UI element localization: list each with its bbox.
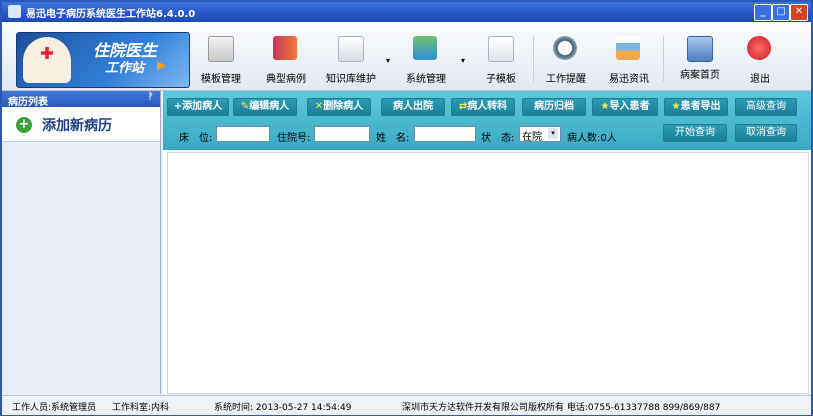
status-copyright: 深圳市天方达软件开发有限公司版权所有 电话:0755-61337788 899/… bbox=[402, 403, 721, 413]
knowledge-base-button[interactable]: 知识库维护 bbox=[322, 26, 380, 86]
logo-line2: 工作站 bbox=[105, 61, 145, 76]
title-bar[interactable]: 易迅电子病历系统医生工作站6.4.0.0 _ □ ✕ bbox=[2, 2, 811, 22]
record-list-header: 病历列表 ᚹ bbox=[2, 91, 160, 108]
archive-button[interactable]: 病历归档 bbox=[522, 98, 586, 116]
status-system-time: 系统时间: 2013-05-27 14:54:49 bbox=[214, 403, 352, 413]
edit-patient-label: 编辑病人 bbox=[249, 101, 290, 112]
pin-icon[interactable]: ᚹ bbox=[148, 92, 153, 102]
app-icon bbox=[8, 5, 21, 18]
typical-cases-button[interactable]: 典型病例 bbox=[257, 26, 315, 86]
cancel-query-button[interactable]: 取消查询 bbox=[735, 124, 797, 142]
page-icon bbox=[488, 36, 514, 62]
status-label: 状 态: bbox=[481, 133, 515, 144]
transfer-label: 病人转科 bbox=[467, 101, 508, 112]
knowledge-base-label: 知识库维护 bbox=[326, 74, 376, 85]
patient-content-area[interactable] bbox=[167, 152, 809, 394]
record-list-panel: 病历列表 ᚹ + 添加新病历 bbox=[2, 91, 161, 394]
import-patient-label: 导入患者 bbox=[609, 101, 650, 112]
export-patient-button[interactable]: ★患者导出 bbox=[664, 98, 728, 116]
delete-patient-label: 删除病人 bbox=[323, 101, 364, 112]
exit-label: 退出 bbox=[750, 74, 770, 85]
pencil-icon bbox=[208, 36, 234, 62]
computer-icon bbox=[687, 36, 713, 62]
yixun-news-button[interactable]: 易迅资讯 bbox=[600, 26, 658, 86]
record-list-title: 病历列表 bbox=[8, 97, 48, 108]
import-patient-button[interactable]: ★导入患者 bbox=[592, 98, 658, 116]
yixun-news-label: 易迅资讯 bbox=[609, 74, 649, 85]
transfer-button[interactable]: ⇄病人转科 bbox=[451, 98, 515, 116]
start-query-button[interactable]: 开始查询 bbox=[663, 124, 727, 142]
work-reminder-button[interactable]: 工作提醒 bbox=[537, 26, 595, 86]
name-label: 姓 名: bbox=[376, 133, 410, 144]
advanced-query-button[interactable]: 高级查询 bbox=[735, 98, 797, 116]
app-logo: 住院医生 工作站 ▶ bbox=[16, 32, 190, 88]
toolbar-separator bbox=[533, 36, 534, 82]
admission-number-input[interactable] bbox=[314, 126, 370, 142]
name-input[interactable] bbox=[414, 126, 476, 142]
edit-patient-button[interactable]: ✎编辑病人 bbox=[233, 98, 297, 116]
maximize-button[interactable]: □ bbox=[772, 4, 790, 21]
clock-icon bbox=[553, 36, 577, 60]
patient-main-panel: +添加病人 ✎编辑病人 ✕删除病人 病人出院 ⇄病人转科 病历归档 ★导入患者 … bbox=[163, 91, 811, 394]
template-mgmt-label: 模板管理 bbox=[201, 74, 241, 85]
book-icon bbox=[273, 36, 297, 60]
news-icon bbox=[616, 36, 640, 60]
export-patient-label: 患者导出 bbox=[680, 101, 721, 112]
status-bar: 工作人员:系统管理员 工作科室:内科 系统时间: 2013-05-27 14:5… bbox=[2, 395, 811, 415]
app-window: 易迅电子病历系统医生工作站6.4.0.0 _ □ ✕ 住院医生 工作站 ▶ 模板… bbox=[0, 0, 813, 416]
main-toolbar: 住院医生 工作站 ▶ 模板管理 典型病例 知识库维护 ▾ 系统管理 ▾ 子模板 bbox=[2, 22, 811, 91]
status-dept: 工作科室:内科 bbox=[112, 403, 170, 413]
bed-label: 床 位: bbox=[179, 133, 213, 144]
document-icon bbox=[338, 36, 364, 62]
sub-template-button[interactable]: 子模板 bbox=[472, 26, 530, 86]
delete-patient-button[interactable]: ✕删除病人 bbox=[307, 98, 371, 116]
status-select[interactable]: 在院 ▾ bbox=[519, 126, 561, 143]
work-reminder-label: 工作提醒 bbox=[546, 74, 586, 85]
knowledge-dropdown-icon[interactable]: ▾ bbox=[386, 56, 390, 65]
sub-template-label: 子模板 bbox=[486, 74, 516, 85]
doctor-logo-icon bbox=[23, 37, 71, 83]
system-mgmt-label: 系统管理 bbox=[406, 74, 446, 85]
exit-button[interactable]: 退出 bbox=[731, 26, 789, 86]
system-mgmt-button[interactable]: 系统管理 bbox=[397, 26, 455, 86]
system-dropdown-icon[interactable]: ▾ bbox=[461, 56, 465, 65]
monitor-icon bbox=[413, 36, 437, 60]
discharge-button[interactable]: 病人出院 bbox=[381, 98, 445, 116]
template-mgmt-button[interactable]: 模板管理 bbox=[192, 26, 250, 86]
close-button[interactable]: ✕ bbox=[790, 4, 808, 21]
typical-cases-label: 典型病例 bbox=[266, 74, 306, 85]
toolbar-separator bbox=[663, 36, 664, 82]
window-title: 易迅电子病历系统医生工作站6.4.0.0 bbox=[26, 9, 196, 20]
power-icon bbox=[747, 36, 771, 60]
add-patient-button[interactable]: +添加病人 bbox=[167, 98, 229, 116]
status-value: 在院 bbox=[522, 132, 542, 143]
chevron-down-icon[interactable]: ▾ bbox=[548, 128, 558, 139]
admission-label: 住院号: bbox=[277, 133, 311, 144]
record-home-label: 病案首页 bbox=[680, 70, 720, 81]
add-record-icon: + bbox=[16, 117, 32, 133]
action-bar: +添加病人 ✎编辑病人 ✕删除病人 病人出院 ⇄病人转科 病历归档 ★导入患者 … bbox=[163, 91, 811, 150]
bed-input[interactable] bbox=[216, 126, 270, 142]
add-new-record-button[interactable]: + 添加新病历 bbox=[2, 107, 160, 142]
record-home-button[interactable]: 病案首页 bbox=[671, 26, 729, 86]
add-new-record-label: 添加新病历 bbox=[42, 118, 112, 134]
logo-arrow-icon: ▶ bbox=[157, 58, 167, 72]
patient-count: 病人数:0人 bbox=[567, 133, 617, 144]
minimize-button[interactable]: _ bbox=[754, 4, 772, 21]
status-staff: 工作人员:系统管理员 bbox=[12, 403, 97, 413]
